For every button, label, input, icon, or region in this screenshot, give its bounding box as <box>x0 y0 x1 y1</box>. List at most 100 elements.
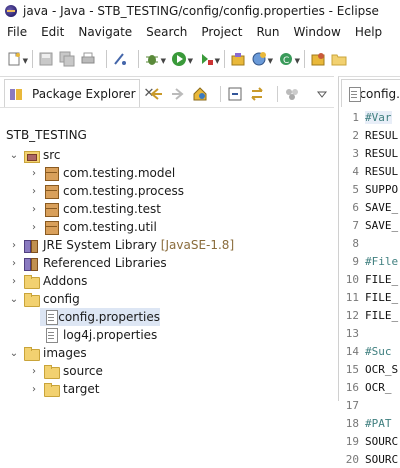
chevron-right-icon[interactable]: › <box>28 384 40 395</box>
menu-search[interactable]: Search <box>139 25 194 39</box>
open-type-icon[interactable] <box>310 51 326 67</box>
tab-config-properties[interactable]: config. <box>341 79 400 107</box>
forward-icon[interactable] <box>170 86 186 102</box>
chevron-right-icon[interactable]: › <box>8 258 20 269</box>
chevron-right-icon[interactable]: › <box>28 222 40 233</box>
back-icon[interactable] <box>148 86 164 102</box>
tree-item-jre-library[interactable]: › JRE System Library [JavaSE-1.8] <box>8 236 234 254</box>
tree-item-label: target <box>63 382 100 396</box>
chevron-right-icon[interactable]: › <box>8 276 20 287</box>
chevron-down-icon[interactable]: ⌄ <box>8 348 20 359</box>
jre-version-decoration: [JavaSE-1.8] <box>160 238 235 252</box>
title-bar: java - Java - STB_TESTING/config/config.… <box>0 0 400 22</box>
run-icon[interactable]: ▼ <box>171 51 193 67</box>
tree-item-package[interactable]: › com.testing.process <box>28 182 184 200</box>
tree-item-config[interactable]: ⌄ config <box>8 290 80 308</box>
menu-help[interactable]: Help <box>348 25 389 39</box>
chevron-right-icon[interactable]: › <box>28 186 40 197</box>
line-text: FILE_ <box>365 272 399 286</box>
tree-item-log4j-properties[interactable]: log4j.properties <box>40 326 157 344</box>
editor-line[interactable]: 15 OCR_S <box>339 360 400 378</box>
tree-item-label: JRE System Library <box>43 238 157 252</box>
menu-window[interactable]: Window <box>286 25 347 39</box>
line-text: FILE_ <box>365 290 399 304</box>
new-class-icon[interactable]: C ▼ <box>278 51 300 67</box>
view-menu-icon[interactable] <box>314 86 330 102</box>
external-tools-icon[interactable]: ▼ <box>198 51 220 67</box>
folder-icon <box>23 291 40 307</box>
tab-package-explorer[interactable]: Package Explorer ✕ <box>4 79 154 107</box>
open-folder-icon[interactable] <box>331 51 347 67</box>
menu-project[interactable]: Project <box>194 25 249 39</box>
link-with-editor-icon[interactable] <box>249 86 265 102</box>
print-icon[interactable] <box>80 51 96 67</box>
menu-edit[interactable]: Edit <box>34 25 71 39</box>
toggle-mark-icon[interactable] <box>112 51 128 67</box>
save-all-icon[interactable] <box>59 51 75 67</box>
editor-line[interactable]: 16 OCR_ <box>339 378 400 396</box>
tree-item-src[interactable]: ⌄ src <box>8 146 61 164</box>
tree-item-addons[interactable]: › Addons <box>8 272 87 290</box>
tree-item-images[interactable]: ⌄ images <box>8 344 87 362</box>
line-number: 1 <box>352 110 359 124</box>
line-text: SOURC <box>365 434 399 448</box>
focus-on-active-task-icon[interactable] <box>284 86 300 102</box>
editor-line[interactable]: 1 #Var <box>339 108 400 126</box>
tree-item-label: config.properties <box>58 310 160 324</box>
editor-line[interactable]: 17 <box>339 396 400 414</box>
project-name[interactable]: STB_TESTING <box>6 128 87 142</box>
menu-navigate[interactable]: Navigate <box>71 25 139 39</box>
tree-item-package[interactable]: › com.testing.util <box>28 218 157 236</box>
new-icon[interactable]: ▼ <box>6 51 28 67</box>
tree-item-package[interactable]: › com.testing.model <box>28 164 175 182</box>
editor-line[interactable]: 14 #Suc <box>339 342 400 360</box>
main-toolbar: ▼ ▼ ▼ ▼ ▼ C ▼ <box>0 43 400 75</box>
new-java-project-icon[interactable] <box>230 51 246 67</box>
chevron-down-icon[interactable]: ⌄ <box>8 150 20 161</box>
editor-line[interactable]: 2 RESUL <box>339 126 400 144</box>
editor-line[interactable]: 20 SOURC <box>339 450 400 468</box>
tree-item-source[interactable]: › source <box>28 362 103 380</box>
chevron-down-icon[interactable]: ⌄ <box>8 294 20 305</box>
tree-item-label: com.testing.test <box>63 202 161 216</box>
menu-run[interactable]: Run <box>249 25 286 39</box>
line-number: 14 <box>345 344 359 358</box>
editor-line[interactable]: 10 FILE_ <box>339 270 400 288</box>
tree-item-target[interactable]: › target <box>28 380 100 398</box>
chevron-right-icon[interactable]: › <box>28 366 40 377</box>
save-icon[interactable] <box>38 51 54 67</box>
editor-line[interactable]: 13 <box>339 324 400 342</box>
collapse-all-icon[interactable] <box>227 86 243 102</box>
line-text: #Var <box>365 110 392 124</box>
editor-line[interactable]: 6 SAVE_ <box>339 198 400 216</box>
tree-item-referenced-libraries[interactable]: › Referenced Libraries <box>8 254 167 272</box>
editor-line[interactable]: 11 FILE_ <box>339 288 400 306</box>
home-icon[interactable] <box>192 86 208 102</box>
view-toolbar <box>148 85 336 103</box>
library-icon <box>23 237 39 253</box>
debug-icon[interactable]: ▼ <box>144 51 166 67</box>
chevron-right-icon[interactable]: › <box>8 240 20 251</box>
tree-item-config-properties[interactable]: config.properties <box>40 308 160 326</box>
line-number: 17 <box>345 398 359 412</box>
toolbar-separator <box>138 50 139 68</box>
editor-line[interactable]: 4 RESUL <box>339 162 400 180</box>
tree-item-label: log4j.properties <box>63 328 158 342</box>
editor-line[interactable]: 5 SUPPO <box>339 180 400 198</box>
menu-file[interactable]: File <box>0 25 34 39</box>
properties-file-icon <box>43 327 59 343</box>
line-number: 18 <box>345 416 359 430</box>
editor-line[interactable]: 12 FILE_ <box>339 306 400 324</box>
chevron-right-icon[interactable]: › <box>28 204 40 215</box>
editor-tab-label: config. <box>359 86 400 101</box>
new-package-icon[interactable]: ▼ <box>251 51 273 67</box>
editor-line[interactable]: 9 #File <box>339 252 400 270</box>
tree-item-package[interactable]: › com.testing.test <box>28 200 161 218</box>
editor-line[interactable]: 8 <box>339 234 400 252</box>
editor-line[interactable]: 19 SOURC <box>339 432 400 450</box>
editor-line[interactable]: 3 RESUL <box>339 144 400 162</box>
editor-line[interactable]: 7 SAVE_ <box>339 216 400 234</box>
eclipse-logo-icon <box>5 5 17 17</box>
editor-line[interactable]: 18 #PAT <box>339 414 400 432</box>
chevron-right-icon[interactable]: › <box>28 168 40 179</box>
